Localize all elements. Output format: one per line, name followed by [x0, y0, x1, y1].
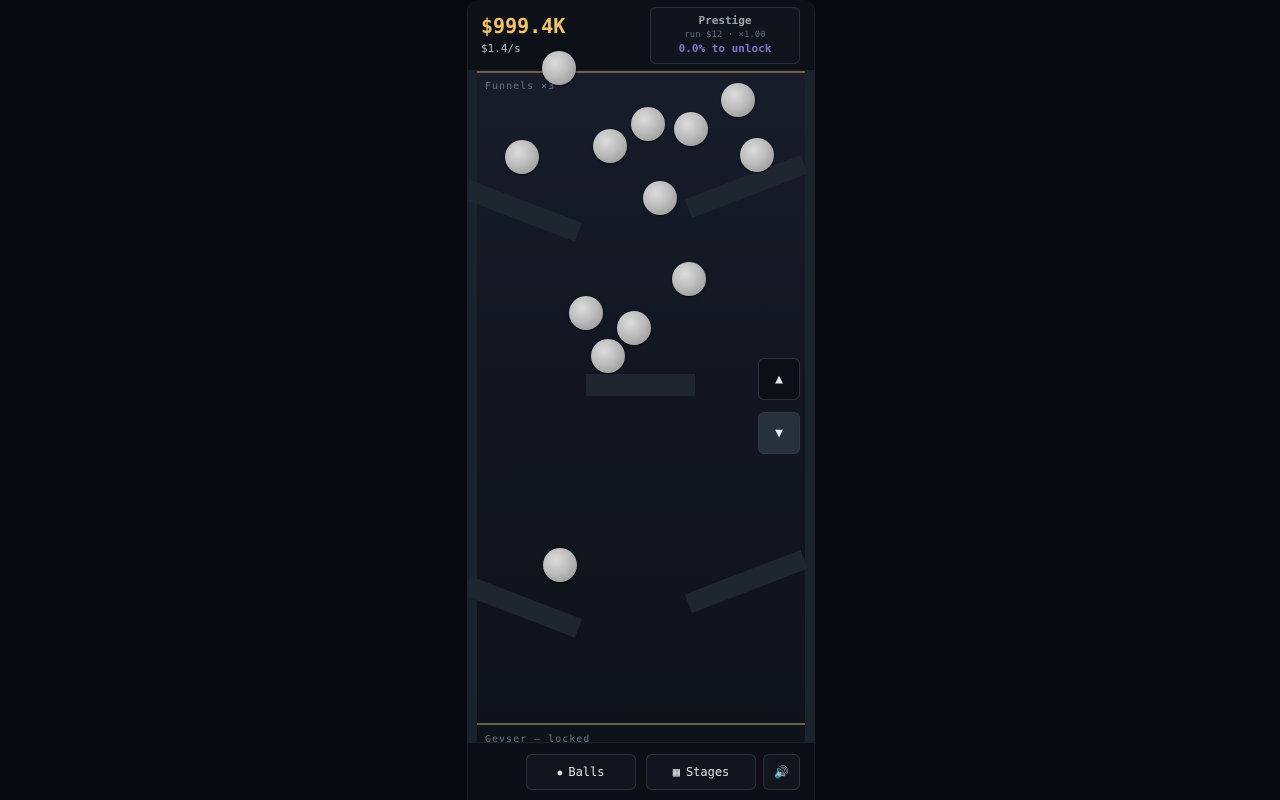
lower-ramp-right [684, 549, 808, 613]
money-display: $999.4K [481, 14, 566, 38]
prestige-panel[interactable]: Prestige run $12 · ×1.00 0.0% to unlock [650, 7, 800, 64]
arrow-down-icon: ▼ [775, 425, 783, 441]
ball [643, 181, 677, 215]
stage-label-funnels: Funnels ×3 [485, 81, 556, 92]
grid-icon: ▦ [672, 765, 680, 779]
ball [569, 296, 603, 330]
arrow-up-icon: ▲ [775, 371, 783, 387]
stages-button-label: Stages [685, 765, 730, 779]
funnel-ramp-left [468, 180, 583, 242]
ball [617, 311, 651, 345]
balls-button-label: Balls [568, 765, 605, 779]
ball [543, 548, 577, 582]
bumper-block [586, 374, 695, 396]
ball [591, 339, 625, 373]
stages-button[interactable]: ▦ Stages [646, 754, 756, 790]
left-wall [468, 70, 477, 742]
ball-icon: ● [557, 767, 563, 777]
scroll-up-button[interactable]: ▲ [758, 358, 800, 400]
prestige-unlock-progress: 0.0% to unlock [678, 42, 772, 55]
ball [672, 262, 706, 296]
ball [740, 138, 774, 172]
ball [631, 107, 665, 141]
header: $999.4K $1.4/s Prestige run $12 · ×1.00 … [468, 0, 814, 70]
ball [674, 112, 708, 146]
speaker-icon: 🔊 [774, 765, 789, 779]
ball [542, 51, 576, 85]
ball [593, 129, 627, 163]
ball [505, 140, 539, 174]
plinko-board[interactable]: Funnels ×3 Geyser — locked [468, 51, 814, 745]
footer-bar: ● Balls ▦ Stages 🔊 [468, 742, 814, 800]
prestige-run-info: run $12 · ×1.00 [684, 30, 766, 40]
prestige-title: Prestige [698, 14, 752, 27]
stage-divider-bottom [477, 723, 805, 725]
lower-ramp-left [468, 576, 583, 638]
stage-divider-top [477, 71, 805, 73]
scroll-down-button[interactable]: ▼ [758, 412, 800, 454]
ball [721, 83, 755, 117]
game-frame: $999.4K $1.4/s Prestige run $12 · ×1.00 … [467, 0, 815, 800]
balls-button[interactable]: ● Balls [526, 754, 636, 790]
sound-toggle-button[interactable]: 🔊 [763, 754, 800, 790]
income-rate: $1.4/s [481, 42, 521, 55]
